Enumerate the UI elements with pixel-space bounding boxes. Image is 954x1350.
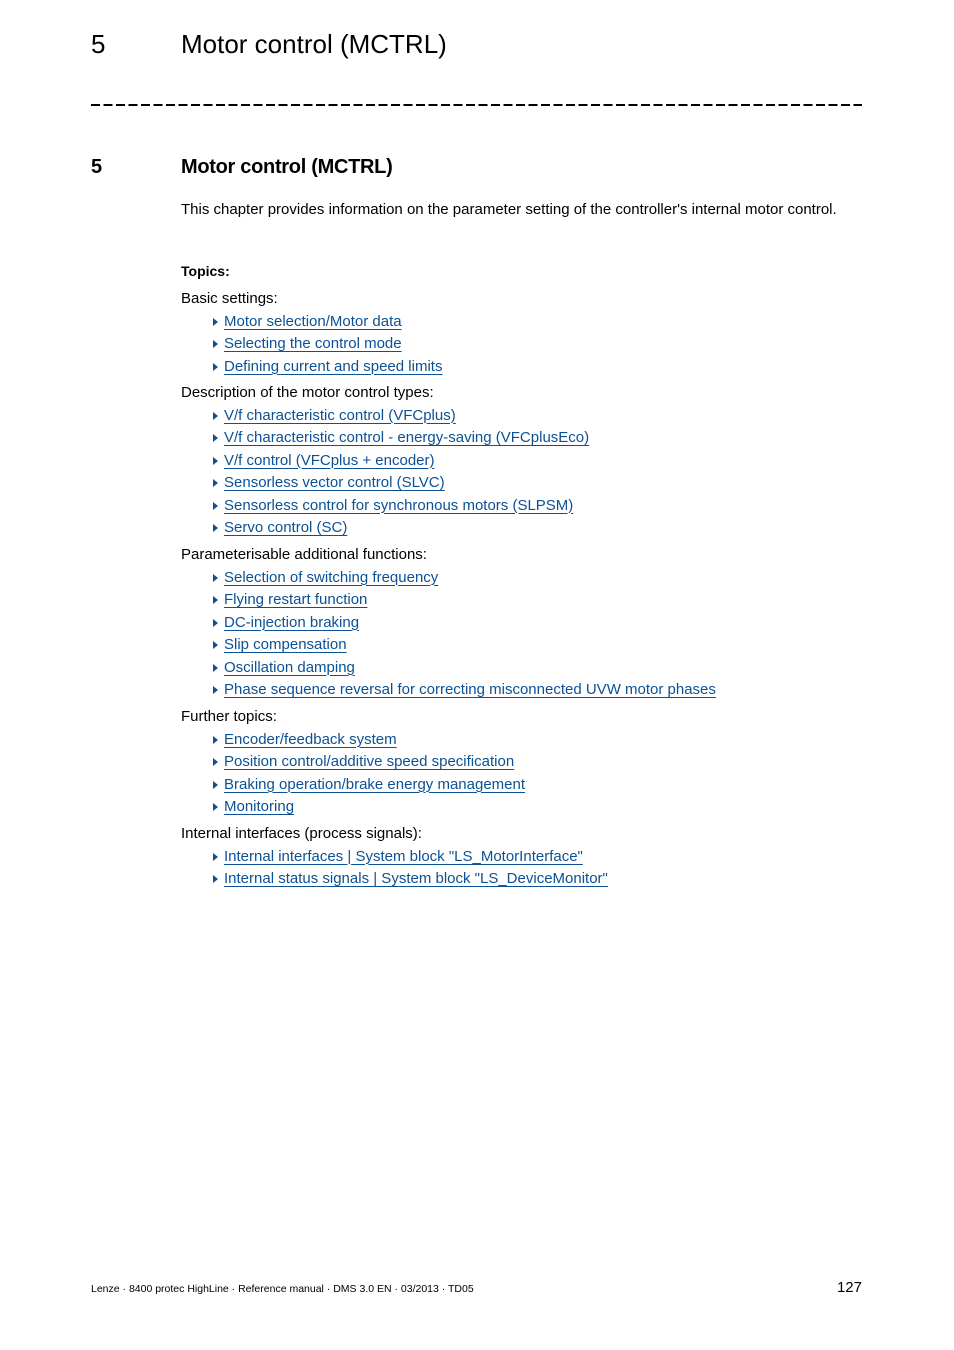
topic-link[interactable]: Internal interfaces | System block "LS_M… (224, 847, 583, 866)
topic-link-item[interactable]: Encoder/feedback system (213, 730, 397, 749)
topic-link-item[interactable]: Motor selection/Motor data (213, 312, 402, 331)
arrow-right-icon (213, 411, 218, 420)
topic-link-item[interactable]: Internal status signals | System block "… (213, 869, 608, 888)
topic-link[interactable]: Oscillation damping (224, 658, 355, 677)
topic-link-item[interactable]: Selection of switching frequency (213, 568, 438, 587)
topic-link-item[interactable]: Slip compensation (213, 635, 347, 654)
arrow-right-icon (213, 641, 218, 649)
topic-link-item[interactable]: Servo control (SC) (213, 518, 347, 537)
arrow-right-icon (213, 852, 218, 861)
topic-link[interactable]: Defining current and speed limits (224, 357, 442, 376)
topic-link-item[interactable]: Defining current and speed limits (213, 357, 442, 376)
arrow-right-icon (213, 456, 218, 465)
topic-link-item[interactable]: Selecting the control mode (213, 334, 402, 353)
group-label: Parameterisable additional functions: (181, 546, 427, 563)
topics-label: Topics: (181, 263, 230, 279)
arrow-right-icon (213, 618, 218, 627)
arrow-right-icon (213, 686, 218, 694)
topic-link-item[interactable]: Sensorless vector control (SLVC) (213, 473, 445, 492)
topic-link[interactable]: DC-injection braking (224, 613, 359, 632)
topic-link-item[interactable]: V/f control (VFCplus + encoder) (213, 451, 435, 470)
arrow-right-icon (213, 317, 218, 326)
arrow-right-icon (213, 596, 218, 604)
arrow-right-icon (213, 803, 218, 811)
topic-link[interactable]: V/f characteristic control - energy-savi… (224, 428, 589, 447)
arrow-right-icon (213, 340, 218, 348)
topic-link[interactable]: Motor selection/Motor data (224, 312, 402, 331)
topic-link[interactable]: Internal status signals | System block "… (224, 869, 608, 888)
topic-link[interactable]: Selection of switching frequency (224, 568, 438, 587)
group-label: Basic settings: (181, 290, 278, 307)
topic-link-item[interactable]: Monitoring (213, 797, 294, 816)
topic-link-item[interactable]: Oscillation damping (213, 658, 355, 677)
footer-text: Lenze · 8400 protec HighLine · Reference… (91, 1283, 474, 1295)
topic-link[interactable]: Sensorless control for synchronous motor… (224, 496, 573, 515)
group-label: Further topics: (181, 708, 277, 725)
topic-link[interactable]: Servo control (SC) (224, 518, 347, 537)
running-header-chapter-title: Motor control (MCTRL) (181, 29, 447, 59)
topic-link-item[interactable]: DC-injection braking (213, 613, 359, 632)
topic-link-item[interactable]: V/f characteristic control (VFCplus) (213, 406, 456, 425)
topic-link[interactable]: Position control/additive speed specific… (224, 752, 514, 771)
group-label: Internal interfaces (process signals): (181, 825, 422, 842)
topic-link-item[interactable]: Internal interfaces | System block "LS_M… (213, 847, 583, 866)
topic-link[interactable]: Flying restart function (224, 590, 367, 609)
topic-link[interactable]: V/f characteristic control (VFCplus) (224, 406, 456, 425)
topic-link-item[interactable]: Braking operation/brake energy managemen… (213, 775, 525, 794)
arrow-right-icon (213, 875, 218, 883)
arrow-right-icon (213, 573, 218, 582)
chapter-title: Motor control (MCTRL) (181, 156, 393, 178)
topic-link[interactable]: Selecting the control mode (224, 334, 402, 353)
topic-link[interactable]: Phase sequence reversal for correcting m… (224, 680, 716, 699)
arrow-right-icon (213, 434, 218, 442)
arrow-right-icon (213, 735, 218, 744)
topic-link-item[interactable]: V/f characteristic control - energy-savi… (213, 428, 589, 447)
header-divider (91, 104, 862, 106)
intro-paragraph: This chapter provides information on the… (181, 201, 837, 218)
arrow-right-icon (213, 479, 218, 487)
topic-link-item[interactable]: Phase sequence reversal for correcting m… (213, 680, 716, 699)
topic-link[interactable]: Monitoring (224, 797, 294, 816)
topic-link[interactable]: Sensorless vector control (SLVC) (224, 473, 445, 492)
arrow-right-icon (213, 758, 218, 766)
topic-link[interactable]: Braking operation/brake energy managemen… (224, 775, 525, 794)
arrow-right-icon (213, 780, 218, 789)
chapter-number: 5 (91, 156, 103, 178)
topic-link-item[interactable]: Sensorless control for synchronous motor… (213, 496, 573, 515)
topic-link[interactable]: V/f control (VFCplus + encoder) (224, 451, 435, 470)
arrow-right-icon (213, 501, 218, 510)
running-header-chapter-number: 5 (91, 29, 106, 59)
group-label: Description of the motor control types: (181, 384, 434, 401)
topic-link[interactable]: Encoder/feedback system (224, 730, 397, 749)
arrow-right-icon (213, 524, 218, 532)
topic-link-item[interactable]: Position control/additive speed specific… (213, 752, 514, 771)
page-number: 127 (836, 1279, 862, 1296)
arrow-right-icon (213, 663, 218, 672)
arrow-right-icon (213, 362, 218, 371)
topic-link-item[interactable]: Flying restart function (213, 590, 367, 609)
topic-link[interactable]: Slip compensation (224, 635, 347, 654)
